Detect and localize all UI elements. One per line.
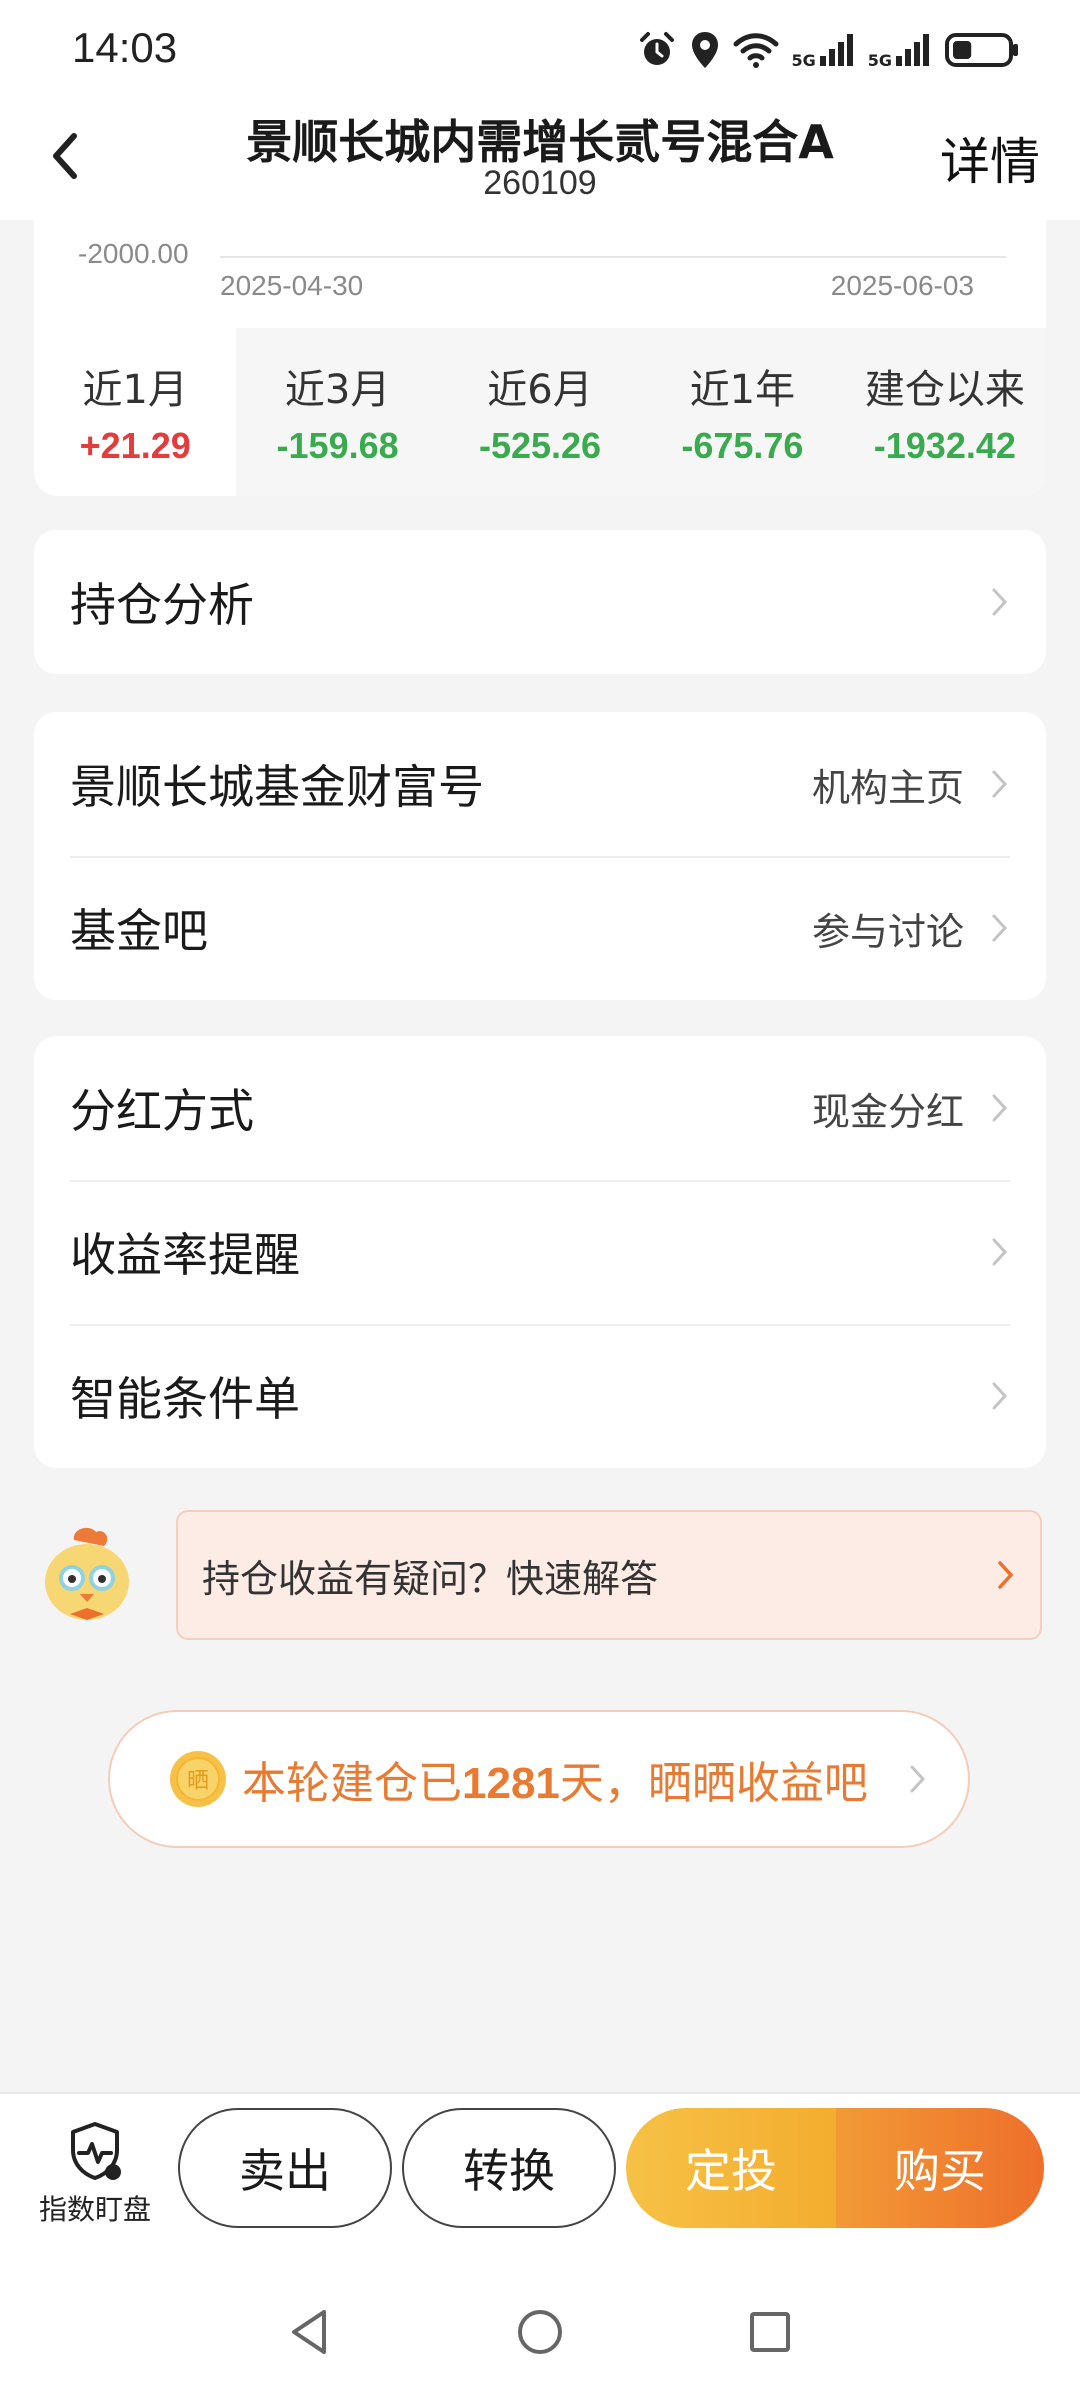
- network-label: 5G: [867, 51, 892, 70]
- period-tab-6m[interactable]: 近6月 -525.26: [439, 328, 641, 496]
- row-label: 基金吧: [70, 904, 208, 958]
- holding-days-text: 本轮建仓已1281天，晒晒收益吧: [242, 1747, 908, 1811]
- period-label: 建仓以来: [864, 367, 1025, 413]
- auto-invest-button[interactable]: 定投: [626, 2108, 836, 2228]
- status-bar: 14:03 5G 5G: [0, 0, 1080, 100]
- status-icons: 5G 5G: [637, 28, 1020, 72]
- period-label: 近1年: [689, 367, 796, 413]
- page-title: 景顺长城内需增长贰号混合A: [246, 115, 834, 169]
- bottom-action-bar: 指数盯盘 卖出 转换 定投 购买: [0, 2092, 1080, 2262]
- nav-back-icon[interactable]: [280, 2302, 340, 2362]
- signal-5g-icon: 5G: [791, 32, 855, 70]
- network-label: 5G: [791, 51, 816, 70]
- smart-order-row[interactable]: 智能条件单: [34, 1324, 1046, 1468]
- holding-days-count: 1281: [462, 1759, 560, 1808]
- period-value: +21.29: [79, 425, 191, 466]
- index-monitor-button[interactable]: 指数盯盘: [30, 2120, 160, 2228]
- yield-alert-row[interactable]: 收益率提醒: [34, 1180, 1046, 1324]
- period-value: -159.68: [276, 425, 399, 466]
- nav-home-icon[interactable]: [510, 2302, 570, 2362]
- period-value: -675.76: [681, 425, 804, 466]
- signal-5g-icon: 5G: [867, 32, 932, 70]
- row-label: 景顺长城基金财富号: [70, 760, 484, 814]
- system-navigation-bar: [0, 2262, 1080, 2400]
- nav-recents-icon[interactable]: [740, 2302, 800, 2362]
- chevron-right-icon: [992, 914, 1008, 942]
- header: 景顺长城内需增长贰号混合A 260109 详情: [0, 100, 1080, 220]
- period-tab-1m[interactable]: 近1月 +21.29: [34, 328, 237, 496]
- returns-card: -2000.00 2025-04-30 2025-06-03 近1月 +21.2…: [34, 220, 1046, 496]
- period-label: 近1月: [82, 367, 188, 413]
- wifi-icon: [733, 33, 779, 68]
- row-value: 参与讨论: [811, 909, 964, 954]
- row-label: 智能条件单: [70, 1372, 300, 1426]
- coin-char: 晒: [187, 1769, 209, 1794]
- period-label: 近6月: [487, 367, 593, 413]
- row-value: 现金分红: [811, 1089, 964, 1134]
- chevron-right-icon: [910, 1765, 926, 1793]
- period-tab-1y[interactable]: 近1年 -675.76: [641, 328, 843, 496]
- period-tabs: 近1月 +21.29 近3月 -159.68 近6月 -525.26 近1年 -…: [34, 328, 1046, 496]
- row-label: 持仓分析: [70, 578, 254, 632]
- period-tab-since-inception[interactable]: 建仓以来 -1932.42: [844, 328, 1046, 496]
- y-axis-label: -2000.00: [78, 238, 189, 269]
- row-label: 分红方式: [70, 1084, 254, 1138]
- row-label: 收益率提醒: [70, 1228, 300, 1282]
- sell-button[interactable]: 卖出: [178, 2108, 392, 2228]
- chevron-right-icon: [992, 588, 1008, 616]
- shield-pulse-icon: [71, 2122, 121, 2180]
- chevron-right-icon: [992, 1238, 1008, 1266]
- faq-bubble[interactable]: 持仓收益有疑问？快速解答: [176, 1510, 1042, 1640]
- holding-days-suffix: 天，晒晒收益吧: [559, 1758, 868, 1809]
- axis-line: [220, 256, 1006, 258]
- index-monitor-label: 指数盯盘: [38, 2193, 151, 2226]
- location-icon: [692, 32, 719, 68]
- x-axis-start-date: 2025-04-30: [220, 270, 364, 301]
- row-value: 机构主页: [811, 765, 964, 810]
- fund-code: 260109: [483, 164, 597, 202]
- holding-days-prefix: 本轮建仓已: [242, 1758, 462, 1809]
- fund-forum-row[interactable]: 基金吧 参与讨论: [34, 856, 1046, 1000]
- buy-button[interactable]: 购买: [836, 2108, 1044, 2228]
- battery-icon: [945, 33, 1018, 67]
- period-label: 近3月: [284, 367, 391, 413]
- settings-card: 分红方式 现金分红 收益率提醒 智能条件单: [34, 1036, 1046, 1468]
- alarm-icon: [640, 32, 675, 65]
- detail-button[interactable]: 详情: [940, 122, 1040, 194]
- dividend-method-row[interactable]: 分红方式 现金分红: [34, 1036, 1046, 1180]
- convert-button[interactable]: 转换: [402, 2108, 616, 2228]
- chevron-right-icon: [992, 770, 1008, 798]
- chevron-right-icon: [992, 1094, 1008, 1122]
- period-tab-3m[interactable]: 近3月 -159.68: [236, 328, 438, 496]
- x-axis-end-date: 2025-06-03: [830, 270, 974, 301]
- share-returns-banner[interactable]: 晒 本轮建仓已1281天，晒晒收益吧: [108, 1710, 970, 1848]
- invest-buy-group: 定投 购买: [626, 2108, 1044, 2228]
- period-value: -1932.42: [873, 425, 1016, 466]
- status-time: 14:03: [72, 24, 178, 71]
- wealth-account-row[interactable]: 景顺长城基金财富号 机构主页: [34, 712, 1046, 856]
- community-card: 景顺长城基金财富号 机构主页 基金吧 参与讨论: [34, 712, 1046, 1000]
- holdings-analysis-card: 持仓分析: [34, 530, 1046, 674]
- faq-text: 持仓收益有疑问？快速解答: [202, 1556, 659, 1601]
- holdings-analysis-row[interactable]: 持仓分析: [34, 530, 1046, 674]
- chevron-right-icon: [998, 1561, 1014, 1589]
- chevron-right-icon: [992, 1382, 1008, 1410]
- period-value: -525.26: [478, 425, 602, 466]
- mascot-icon: [45, 1527, 129, 1620]
- coin-icon: 晒: [170, 1751, 226, 1807]
